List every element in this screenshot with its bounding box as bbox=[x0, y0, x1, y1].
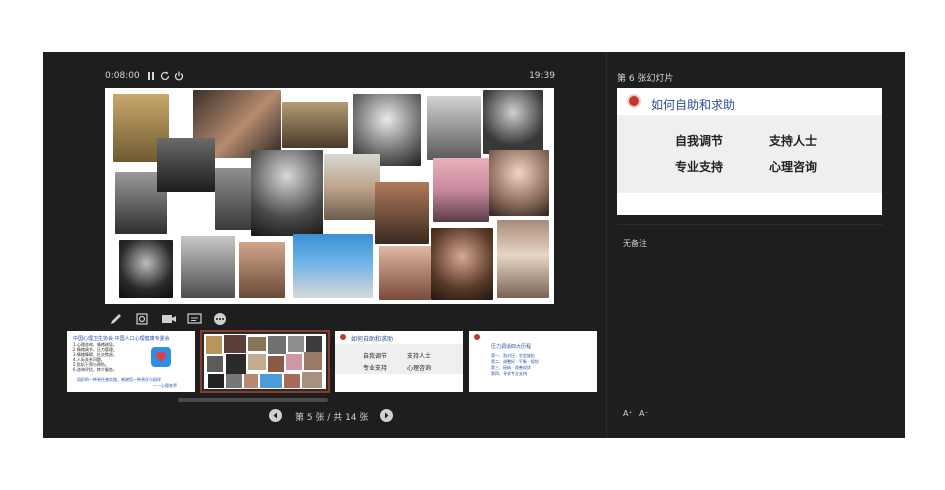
portrait-photo bbox=[251, 150, 323, 236]
portrait-photo bbox=[431, 228, 493, 300]
thumbnail-slide[interactable]: 如何自助和求助 自我调节 支持人士 专业支持 心理咨询 bbox=[335, 331, 463, 392]
next-slide-preview[interactable]: 如何自助和求助 自我调节 支持人士 专业支持 心理咨询 bbox=[617, 88, 882, 215]
portrait-photo bbox=[324, 154, 380, 220]
more-icon[interactable] bbox=[213, 311, 229, 325]
app-logo-icon bbox=[151, 347, 171, 367]
thumbnail-title: 中国心理卫生协会 中国人口心理健康专委会 bbox=[73, 336, 170, 342]
restart-icon[interactable] bbox=[159, 70, 171, 82]
portrait-photo bbox=[483, 90, 543, 154]
slide-navigation: 第 5 张 / 共 14 张 bbox=[269, 409, 399, 425]
portrait-photo bbox=[375, 182, 429, 244]
current-slide[interactable] bbox=[105, 88, 554, 304]
thumbnail-footer: 组织的一种责任感实施，感谢您一种责任与陪伴 bbox=[77, 377, 161, 382]
thumbnail-slide[interactable]: 压力调适四大历程 第一、面对压 · 学会放松 第二、调整好 · 平衡 · 规划 … bbox=[469, 331, 597, 392]
portrait-photo bbox=[119, 240, 173, 298]
portrait-photo bbox=[239, 242, 285, 298]
logo-seal-icon bbox=[340, 334, 346, 340]
pause-icon[interactable] bbox=[145, 70, 157, 82]
portrait-photo bbox=[181, 236, 235, 298]
thumbnail-slide-current[interactable] bbox=[200, 330, 330, 393]
power-icon[interactable] bbox=[173, 70, 185, 82]
thumbnail-item: 心理咨询 bbox=[407, 365, 432, 372]
logo-seal-icon bbox=[474, 334, 480, 340]
previous-slide-button[interactable] bbox=[269, 409, 282, 422]
portrait-photo bbox=[497, 220, 549, 298]
next-slide-item: 专业支持 bbox=[675, 160, 724, 174]
next-slide-item: 支持人士 bbox=[769, 134, 818, 148]
font-increase-button[interactable]: A⁺ bbox=[623, 409, 633, 418]
portrait-photo bbox=[379, 246, 431, 300]
thumbnail-title: 如何自助和求助 bbox=[351, 336, 394, 343]
zoom-icon[interactable] bbox=[135, 311, 151, 325]
logo-seal-icon bbox=[627, 94, 641, 108]
portrait-photo bbox=[293, 234, 373, 298]
presenter-view: 0:08:00 19:39 中国心理卫生协会 中国人口心理健康专委会 1.心理咨… bbox=[43, 52, 905, 438]
thumbnail-scrollbar[interactable] bbox=[178, 398, 328, 402]
speaker-notes[interactable]: 无备注 bbox=[623, 238, 647, 249]
clock: 19:39 bbox=[529, 71, 555, 81]
thumbnail-item: 支持人士 bbox=[407, 353, 432, 360]
portrait-photo bbox=[427, 96, 481, 160]
next-slide-item: 心理咨询 bbox=[769, 160, 818, 174]
portrait-photo bbox=[282, 102, 348, 148]
top-bar: 0:08:00 19:39 bbox=[105, 70, 555, 84]
portrait-photo bbox=[157, 138, 215, 192]
thumbnail-slide[interactable]: 中国心理卫生协会 中国人口心理健康专委会 1.心理咨询、情绪疏导。 2.情绪调节… bbox=[67, 331, 195, 392]
portrait-photo bbox=[489, 150, 549, 216]
slide-tools bbox=[109, 311, 249, 327]
elapsed-timer: 0:08:00 bbox=[105, 71, 140, 81]
pen-icon[interactable] bbox=[109, 311, 125, 325]
camera-icon[interactable] bbox=[161, 311, 177, 325]
thumbnail-title: 压力调适四大历程 bbox=[491, 344, 532, 350]
thumbnail-footer: ——心理老师 bbox=[153, 383, 177, 388]
portrait-photo bbox=[433, 158, 489, 222]
panel-divider bbox=[606, 52, 607, 438]
slide-counter: 第 5 张 / 共 14 张 bbox=[295, 413, 369, 423]
thumbnail-line: 第四、寻求专业支持 bbox=[491, 371, 527, 376]
next-slide-label: 第 6 张幻灯片 bbox=[617, 74, 674, 84]
thumbnail-item: 专业支持 bbox=[363, 365, 388, 372]
next-slide-button[interactable] bbox=[380, 409, 393, 422]
thumbnail-line: 6.咨询评估、转介服务。 bbox=[73, 367, 117, 372]
next-slide-title: 如何自助和求助 bbox=[651, 98, 736, 112]
thumbnail-collage bbox=[204, 334, 326, 389]
next-slide-content: 自我调节 支持人士 专业支持 心理咨询 bbox=[617, 115, 882, 193]
font-decrease-button[interactable]: A⁻ bbox=[639, 409, 649, 418]
right-panel: 第 6 张幻灯片 如何自助和求助 自我调节 支持人士 专业支持 心理咨询 无备注… bbox=[617, 52, 887, 438]
slide-thumbnails: 中国心理卫生协会 中国人口心理健康专委会 1.心理咨询、情绪疏导。 2.情绪调节… bbox=[67, 330, 597, 393]
thumbnail-item: 自我调节 bbox=[363, 353, 388, 360]
subtitle-icon[interactable] bbox=[187, 311, 203, 325]
next-slide-item: 自我调节 bbox=[675, 134, 724, 148]
notes-divider bbox=[617, 224, 883, 225]
